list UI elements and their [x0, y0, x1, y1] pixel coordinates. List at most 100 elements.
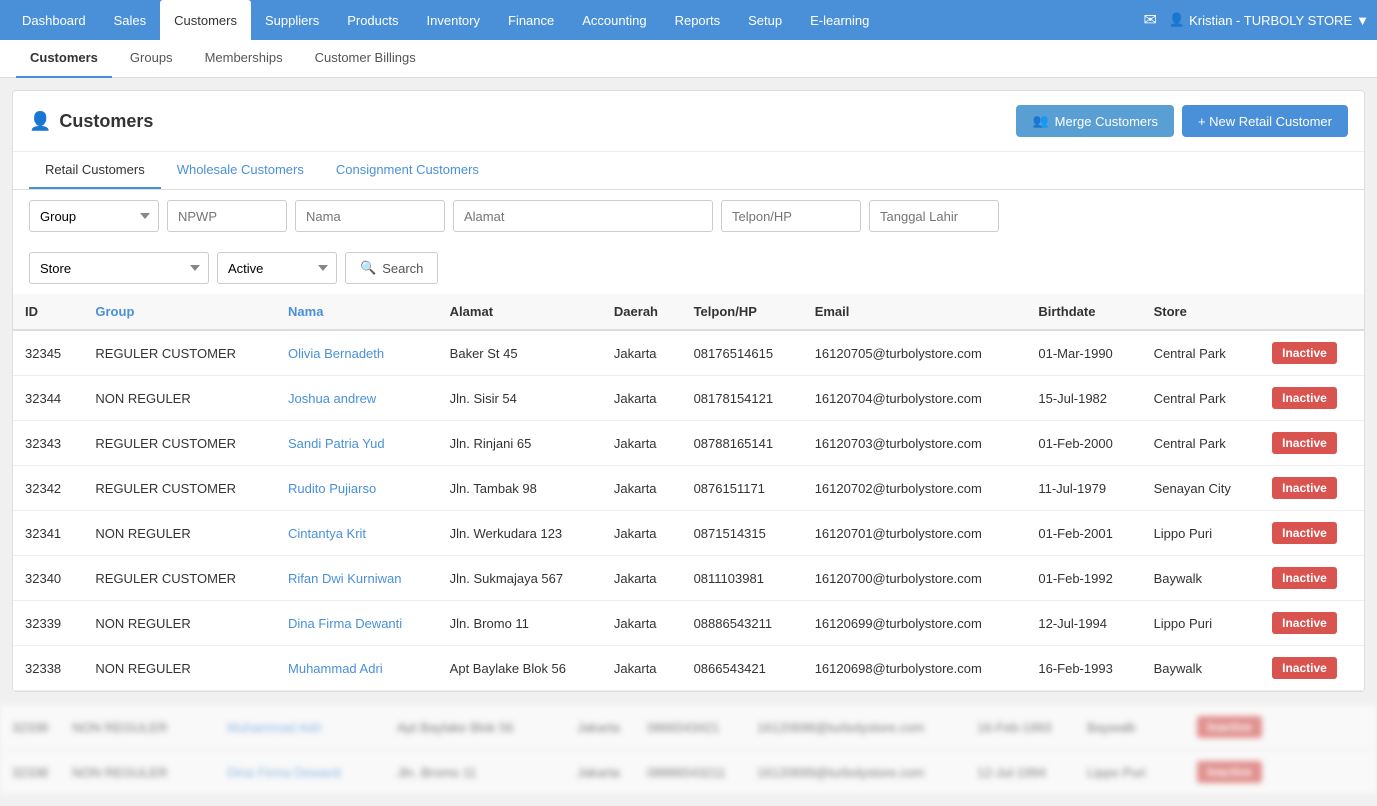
cell-birthdate: 12-Jul-1994 — [1026, 601, 1141, 646]
active-filter[interactable]: Active Inactive All — [217, 252, 337, 284]
nav-item-sales[interactable]: Sales — [100, 0, 161, 40]
tanggal-lahir-input[interactable] — [869, 200, 999, 232]
cell-nama[interactable]: Joshua andrew — [276, 376, 438, 421]
col-daerah: Daerah — [602, 294, 682, 330]
cell-nama[interactable]: Dina Firma Dewanti — [276, 601, 438, 646]
top-navigation: Dashboard Sales Customers Suppliers Prod… — [0, 0, 1377, 40]
blur-cell-alamat: Apt Baylake Blok 56 — [385, 705, 565, 750]
blur-cell-group: NON REGULER — [60, 750, 215, 795]
table-row: 32344 NON REGULER Joshua andrew Jln. Sis… — [13, 376, 1364, 421]
new-retail-customer-button[interactable]: + New Retail Customer — [1182, 105, 1348, 137]
cell-status[interactable]: Inactive — [1260, 601, 1364, 646]
telpon-input[interactable] — [721, 200, 861, 232]
sub-item-customers[interactable]: Customers — [16, 40, 112, 78]
cell-nama[interactable]: Muhammad Adri — [276, 646, 438, 691]
cell-nama[interactable]: Cintantya Krit — [276, 511, 438, 556]
table-row: 32345 REGULER CUSTOMER Olivia Bernadeth … — [13, 330, 1364, 376]
sub-navigation: Customers Groups Memberships Customer Bi… — [0, 40, 1377, 78]
mail-icon[interactable]: ✉ — [1144, 10, 1157, 30]
cell-nama[interactable]: Rudito Pujiarso — [276, 466, 438, 511]
nav-item-inventory[interactable]: Inventory — [413, 0, 494, 40]
nav-item-products[interactable]: Products — [333, 0, 412, 40]
cell-alamat: Apt Baylake Blok 56 — [438, 646, 602, 691]
user-menu[interactable]: 👤 Kristian - TURBOLY STORE ▼ — [1169, 12, 1369, 28]
nav-item-accounting[interactable]: Accounting — [568, 0, 660, 40]
cell-status[interactable]: Inactive — [1260, 330, 1364, 376]
nav-item-suppliers[interactable]: Suppliers — [251, 0, 333, 40]
cell-email: 16120704@turbolystore.com — [803, 376, 1027, 421]
nav-item-reports[interactable]: Reports — [661, 0, 735, 40]
cell-status[interactable]: Inactive — [1260, 556, 1364, 601]
nav-item-setup[interactable]: Setup — [734, 0, 796, 40]
cell-nama[interactable]: Olivia Bernadeth — [276, 330, 438, 376]
npwp-input[interactable] — [167, 200, 287, 232]
cell-status[interactable]: Inactive — [1260, 646, 1364, 691]
cell-telpon: 08788165141 — [682, 421, 803, 466]
blur-cell-nama: Dina Firma Dewanti — [215, 750, 385, 795]
cell-telpon: 08178154121 — [682, 376, 803, 421]
cell-group: NON REGULER — [83, 511, 276, 556]
cell-daerah: Jakarta — [602, 556, 682, 601]
nav-item-dashboard[interactable]: Dashboard — [8, 0, 100, 40]
cell-nama[interactable]: Sandi Patria Yud — [276, 421, 438, 466]
cell-id: 32345 — [13, 330, 83, 376]
cell-email: 16120703@turbolystore.com — [803, 421, 1027, 466]
cell-status[interactable]: Inactive — [1260, 511, 1364, 556]
blur-cell-birthdate: 12-Jul-1994 — [965, 750, 1075, 795]
page-title-text: Customers — [59, 111, 153, 132]
sub-item-memberships[interactable]: Memberships — [191, 40, 297, 78]
cell-store: Central Park — [1142, 421, 1261, 466]
cell-birthdate: 01-Mar-1990 — [1026, 330, 1141, 376]
cell-daerah: Jakarta — [602, 376, 682, 421]
cell-store: Central Park — [1142, 376, 1261, 421]
cell-telpon: 08886543211 — [682, 601, 803, 646]
blurred-table-row: 32338 NON REGULER Muhammad Adri Apt Bayl… — [0, 705, 1377, 750]
blur-cell-telpon: 08886543211 — [635, 750, 745, 795]
col-nama[interactable]: Nama — [276, 294, 438, 330]
merge-customers-button[interactable]: 👥 Merge Customers — [1016, 105, 1174, 137]
nav-item-finance[interactable]: Finance — [494, 0, 568, 40]
blur-cell-store: Baywalk — [1075, 705, 1185, 750]
cell-daerah: Jakarta — [602, 330, 682, 376]
cell-email: 16120700@turbolystore.com — [803, 556, 1027, 601]
store-filter[interactable]: Store — [29, 252, 209, 284]
cell-group: REGULER CUSTOMER — [83, 466, 276, 511]
nav-item-elearning[interactable]: E-learning — [796, 0, 883, 40]
caret-down-icon: ▼ — [1356, 13, 1369, 28]
nav-item-customers[interactable]: Customers — [160, 0, 251, 40]
blur-cell-daerah: Jakarta — [565, 750, 635, 795]
nama-input[interactable] — [295, 200, 445, 232]
cell-group: REGULER CUSTOMER — [83, 421, 276, 466]
group-filter[interactable]: Group — [29, 200, 159, 232]
alamat-input[interactable] — [453, 200, 713, 232]
blur-cell-group: NON REGULER — [60, 705, 215, 750]
page-header: 👤 Customers 👥 Merge Customers + New Reta… — [13, 91, 1364, 152]
sub-item-customer-billings[interactable]: Customer Billings — [301, 40, 430, 78]
tab-retail-customers[interactable]: Retail Customers — [29, 152, 161, 189]
cell-id: 32340 — [13, 556, 83, 601]
cell-status[interactable]: Inactive — [1260, 376, 1364, 421]
tab-wholesale-customers[interactable]: Wholesale Customers — [161, 152, 320, 189]
blur-cell-id: 32338 — [0, 750, 60, 795]
sub-item-groups[interactable]: Groups — [116, 40, 187, 78]
cell-alamat: Jln. Bromo 11 — [438, 601, 602, 646]
col-status — [1260, 294, 1364, 330]
cell-alamat: Baker St 45 — [438, 330, 602, 376]
search-button[interactable]: 🔍 Search — [345, 252, 438, 284]
cell-status[interactable]: Inactive — [1260, 466, 1364, 511]
main-content: 👤 Customers 👥 Merge Customers + New Reta… — [12, 90, 1365, 692]
cell-birthdate: 01-Feb-1992 — [1026, 556, 1141, 601]
cell-alamat: Jln. Sisir 54 — [438, 376, 602, 421]
blur-cell-alamat: Jln. Bromo 11 — [385, 750, 565, 795]
customers-person-icon: 👤 — [29, 111, 51, 132]
cell-birthdate: 11-Jul-1979 — [1026, 466, 1141, 511]
customers-table: ID Group Nama Alamat Daerah Telpon/HP Em… — [13, 294, 1364, 691]
table-row: 32340 REGULER CUSTOMER Rifan Dwi Kurniwa… — [13, 556, 1364, 601]
col-group[interactable]: Group — [83, 294, 276, 330]
cell-birthdate: 01-Feb-2000 — [1026, 421, 1141, 466]
cell-status[interactable]: Inactive — [1260, 421, 1364, 466]
blur-cell-status: Inactive — [1185, 750, 1377, 795]
cell-daerah: Jakarta — [602, 421, 682, 466]
cell-nama[interactable]: Rifan Dwi Kurniwan — [276, 556, 438, 601]
tab-consignment-customers[interactable]: Consignment Customers — [320, 152, 495, 189]
